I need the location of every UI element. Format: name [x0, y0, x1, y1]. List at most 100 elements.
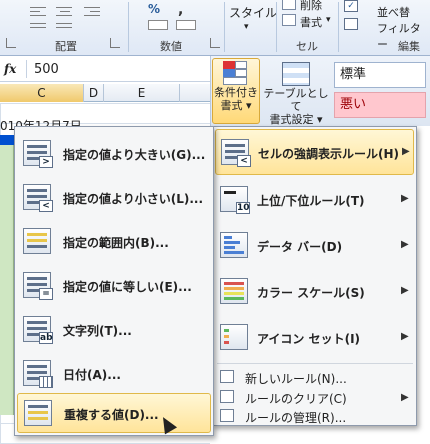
- menu-item-highlight-cells[interactable]: < セルの強調表示ルール(H) ▶: [215, 129, 414, 175]
- conditional-formatting-icon: [223, 61, 249, 85]
- menu-item-label: セルの強調表示ルール(H): [258, 147, 400, 161]
- submenu-item-label: 指定の値より小さい(L)...: [63, 192, 204, 206]
- clear-rules-icon: [220, 390, 234, 403]
- submenu-item-text-contains[interactable]: ab 文字列(T)...: [17, 307, 211, 353]
- menu-item-label: 上位/下位ルール(T): [257, 194, 365, 208]
- submenu-item-label: 指定の値に等しい(E)...: [63, 280, 192, 294]
- menu-item-top-bottom[interactable]: 10 上位/下位ルール(T) ▶: [215, 177, 414, 223]
- ribbon-separator: [128, 2, 129, 52]
- increase-decimal-icon[interactable]: [148, 20, 168, 30]
- conditional-formatting-menu: < セルの強調表示ルール(H) ▶ 10 上位/下位ルール(T) ▶ データ バ…: [212, 126, 417, 426]
- conditional-formatting-label-1: 条件付き: [214, 86, 258, 99]
- format-as-table-button[interactable]: テーブルとして 書式設定 ▾: [262, 60, 330, 126]
- highlighted-cells[interactable]: [0, 145, 14, 415]
- clear-icon[interactable]: [344, 18, 358, 30]
- column-header-c[interactable]: C: [0, 84, 84, 102]
- sort-filter-label[interactable]: 並べ替: [377, 4, 410, 20]
- menu-item-clear-rules[interactable]: ルールのクリア(C) ▶: [215, 387, 414, 407]
- align-right-icon[interactable]: [84, 6, 102, 16]
- ribbon-separator: [224, 2, 225, 52]
- submenu-item-date[interactable]: 日付(A)...: [17, 351, 211, 397]
- new-rule-icon: [220, 370, 234, 383]
- group-label-cells: セル: [296, 40, 318, 53]
- dialog-launcher-icon[interactable]: [6, 38, 16, 48]
- between-icon: [23, 228, 51, 254]
- conditional-formatting-label-2: 書式 ▾: [220, 99, 252, 112]
- equal-to-icon: =: [23, 272, 53, 300]
- submenu-arrow-icon: ▶: [401, 239, 409, 250]
- submenu-item-equal-to[interactable]: = 指定の値に等しい(E)...: [17, 263, 211, 309]
- submenu-item-label: 重複する値(D)...: [64, 408, 159, 422]
- top-bottom-icon: 10: [220, 186, 250, 214]
- cell-style-normal[interactable]: 標準: [334, 62, 426, 88]
- formula-input[interactable]: 500: [34, 62, 59, 77]
- chevron-down-icon: ▾: [326, 15, 331, 25]
- menu-item-label: ルールの管理(R)...: [245, 411, 347, 425]
- menu-separator: [217, 363, 413, 364]
- decrease-indent-icon[interactable]: [30, 22, 48, 28]
- delete-cells-button[interactable]: 削除: [300, 0, 322, 13]
- submenu-arrow-icon: ▶: [402, 146, 410, 157]
- align-center-icon[interactable]: [56, 6, 74, 16]
- group-label-number: 数値: [160, 40, 182, 53]
- increase-indent-icon[interactable]: [56, 22, 74, 28]
- delete-cells-icon: [282, 0, 296, 10]
- menu-item-color-scales[interactable]: カラー スケール(S) ▶: [215, 269, 414, 315]
- formula-bar-divider: [26, 60, 27, 78]
- format-cells-icon: [282, 14, 296, 26]
- cell-style-bad[interactable]: 悪い: [334, 92, 426, 118]
- submenu-item-label: 指定の値より大きい(G)...: [63, 148, 206, 162]
- fill-icon[interactable]: ✓: [344, 0, 358, 12]
- selected-cell-fill: [0, 135, 14, 145]
- menu-item-label: 新しいルール(N)...: [245, 372, 347, 386]
- menu-item-manage-rules[interactable]: ルールの管理(R)...: [215, 407, 414, 425]
- color-scales-icon: [220, 278, 248, 304]
- number-launcher-icon[interactable]: [210, 38, 220, 48]
- data-bars-icon: [220, 232, 248, 258]
- highlight-cells-submenu: > 指定の値より大きい(G)... < 指定の値より小さい(L)... 指定の範…: [14, 126, 214, 436]
- chevron-down-icon: ▾: [244, 22, 249, 32]
- menu-item-label: アイコン セット(I): [257, 332, 361, 346]
- submenu-item-greater-than[interactable]: > 指定の値より大きい(G)...: [17, 131, 211, 177]
- submenu-arrow-icon: ▶: [401, 285, 409, 296]
- format-as-table-label-1: テーブルとして: [263, 87, 329, 113]
- less-than-icon: <: [23, 184, 53, 212]
- conditional-formatting-button[interactable]: 条件付き 書式 ▾: [212, 58, 260, 124]
- insert-function-button[interactable]: fx: [4, 62, 24, 76]
- menu-item-label: カラー スケール(S): [257, 286, 365, 300]
- date-occurring-icon: [23, 360, 53, 388]
- menu-item-label: データ バー(D): [257, 240, 343, 254]
- menu-item-icon-sets[interactable]: アイコン セット(I) ▶: [215, 315, 414, 361]
- table-icon: [282, 62, 310, 86]
- decrease-decimal-icon[interactable]: [176, 20, 196, 30]
- align-left-icon[interactable]: [30, 6, 48, 16]
- ribbon-separator: [276, 2, 277, 52]
- format-as-table-label-2: 書式設定 ▾: [269, 113, 323, 126]
- group-label-editing: 編集: [398, 40, 420, 53]
- percent-icon[interactable]: %: [148, 2, 160, 16]
- duplicate-values-icon: [24, 400, 52, 426]
- group-label-alignment: 配置: [55, 40, 77, 53]
- submenu-item-less-than[interactable]: < 指定の値より小さい(L)...: [17, 175, 211, 221]
- comma-icon[interactable]: ,: [178, 2, 183, 18]
- column-header-e[interactable]: E: [104, 84, 180, 102]
- greater-than-icon: >: [23, 140, 53, 168]
- submenu-item-duplicate-values[interactable]: 重複する値(D)...: [17, 393, 211, 433]
- manage-rules-icon: [220, 409, 234, 422]
- menu-item-data-bars[interactable]: データ バー(D) ▶: [215, 223, 414, 269]
- submenu-item-between[interactable]: 指定の範囲内(B)...: [17, 219, 211, 265]
- format-cells-button[interactable]: 書式: [300, 14, 322, 30]
- submenu-arrow-icon: ▶: [401, 193, 409, 204]
- styles-button[interactable]: スタイル: [229, 4, 277, 21]
- text-contains-icon: ab: [23, 316, 53, 344]
- menu-item-label: ルールのクリア(C): [245, 392, 347, 406]
- alignment-launcher-icon[interactable]: [110, 38, 120, 48]
- column-header-d[interactable]: D: [84, 84, 104, 102]
- submenu-item-label: 指定の範囲内(B)...: [63, 236, 169, 250]
- submenu-arrow-icon: ▶: [401, 331, 409, 342]
- menu-item-new-rule[interactable]: 新しいルール(N)...: [215, 367, 414, 387]
- submenu-arrow-icon: ▶: [401, 392, 409, 403]
- formula-bar: [0, 58, 210, 82]
- submenu-item-label: 文字列(T)...: [63, 324, 132, 338]
- submenu-item-label: 日付(A)...: [63, 368, 121, 382]
